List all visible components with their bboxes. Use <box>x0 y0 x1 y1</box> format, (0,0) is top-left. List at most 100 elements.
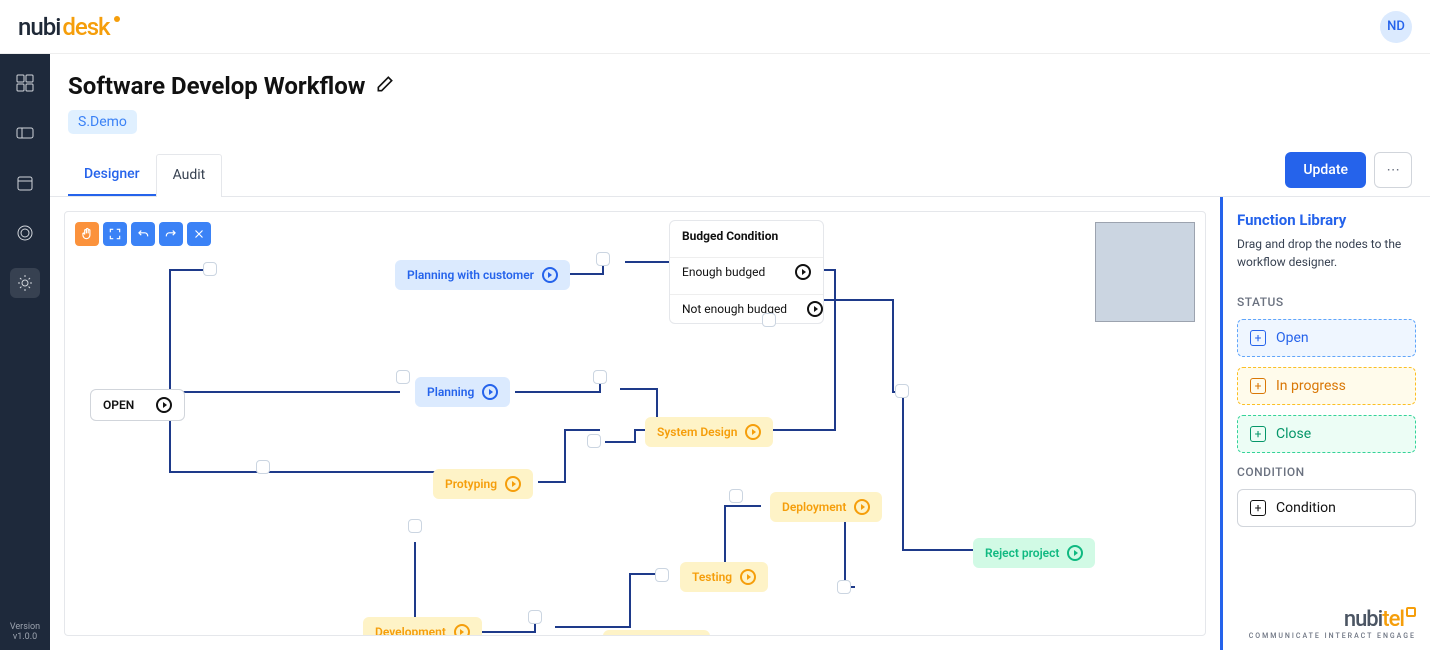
play-icon <box>156 397 172 413</box>
node-label: Deployment <box>782 500 846 514</box>
node-protyping[interactable]: Protyping <box>433 469 533 499</box>
node-label: Planning with customer <box>407 268 534 282</box>
node-planning-customer[interactable]: Planning with customer <box>395 260 570 290</box>
library-item-condition[interactable]: + Condition <box>1237 489 1416 527</box>
node-handle[interactable] <box>729 489 743 503</box>
minimap[interactable] <box>1095 222 1195 322</box>
plus-icon: + <box>1250 500 1266 516</box>
edit-title-button[interactable] <box>375 74 395 98</box>
tabs: Designer Audit <box>68 154 222 196</box>
redo-icon <box>164 227 178 241</box>
function-library-panel: Function Library Drag and drop the nodes… <box>1220 197 1430 650</box>
play-icon <box>795 264 811 280</box>
canvas-toolbar <box>75 222 211 246</box>
node-budged-condition[interactable]: Budged Condition Enough budged Not enoug… <box>669 220 824 324</box>
nav-circle[interactable] <box>10 218 40 248</box>
tool-fullscreen[interactable] <box>103 222 127 246</box>
play-icon <box>740 569 756 585</box>
ticket-icon <box>15 123 35 143</box>
node-handle[interactable] <box>655 568 669 582</box>
tool-redo[interactable] <box>159 222 183 246</box>
library-item-in-progress[interactable]: + In progress <box>1237 367 1416 405</box>
x-icon <box>192 227 206 241</box>
page-title: Software Develop Workflow <box>68 72 365 100</box>
left-sidebar: Version v1.0.0 <box>0 54 50 650</box>
brand-logo: nubidesk <box>18 13 120 41</box>
tool-undo[interactable] <box>131 222 155 246</box>
node-handle[interactable] <box>587 434 601 448</box>
node-label: Development <box>375 625 446 636</box>
node-development[interactable]: Development <box>363 617 482 636</box>
ellipsis-icon: ⋯ <box>1386 163 1399 178</box>
page-header: Software Develop Workflow S.Demo <box>50 54 1430 134</box>
designer-canvas[interactable]: OPEN Planning with customer Budged Condi… <box>64 211 1206 636</box>
node-handle[interactable] <box>895 384 909 398</box>
node-planning[interactable]: Planning <box>415 377 510 407</box>
more-button[interactable]: ⋯ <box>1374 152 1412 188</box>
node-handle[interactable] <box>408 519 422 533</box>
nav-dashboard[interactable] <box>10 68 40 98</box>
play-icon <box>854 499 870 515</box>
workflow-badge[interactable]: S.Demo <box>68 110 137 134</box>
node-label: System Design <box>657 425 737 439</box>
node-handle[interactable] <box>762 313 776 327</box>
play-icon <box>1067 545 1083 561</box>
node-integration[interactable]: Integration <box>603 630 710 636</box>
plus-icon: + <box>1250 330 1266 346</box>
library-item-close[interactable]: + Close <box>1237 415 1416 453</box>
play-icon <box>454 624 470 636</box>
node-system-design[interactable]: System Design <box>645 417 773 447</box>
tab-audit[interactable]: Audit <box>156 154 223 197</box>
tool-hand[interactable] <box>75 222 99 246</box>
workspace: OPEN Planning with customer Budged Condi… <box>50 197 1430 650</box>
user-avatar[interactable]: ND <box>1380 11 1412 43</box>
condition-section-label: CONDITION <box>1237 465 1416 479</box>
update-button[interactable]: Update <box>1285 152 1366 188</box>
play-icon <box>542 267 558 283</box>
node-deployment[interactable]: Deployment <box>770 492 882 522</box>
undo-icon <box>136 227 150 241</box>
node-reject-project[interactable]: Reject project <box>973 538 1095 568</box>
hand-icon <box>80 227 94 241</box>
pencil-icon <box>375 74 395 94</box>
tab-actions: Update ⋯ <box>1285 152 1412 188</box>
panel-title: Function Library <box>1237 211 1416 229</box>
node-handle[interactable] <box>593 370 607 384</box>
condition-option-not-enough[interactable]: Not enough budged <box>670 294 823 323</box>
node-handle[interactable] <box>203 262 217 276</box>
node-handle[interactable] <box>596 252 610 266</box>
fullscreen-icon <box>108 227 122 241</box>
play-icon <box>482 384 498 400</box>
grid-icon <box>15 73 35 93</box>
node-handle[interactable] <box>528 610 542 624</box>
node-open[interactable]: OPEN <box>90 389 185 421</box>
tab-designer[interactable]: Designer <box>68 154 156 196</box>
node-handle[interactable] <box>256 460 270 474</box>
play-icon <box>745 424 761 440</box>
node-label: Protyping <box>445 477 497 491</box>
node-label: Testing <box>692 570 732 584</box>
plus-icon: + <box>1250 378 1266 394</box>
main-content: Software Develop Workflow S.Demo Designe… <box>50 54 1430 650</box>
node-handle[interactable] <box>396 370 410 384</box>
node-label: Reject project <box>985 546 1059 560</box>
nav-calendar[interactable] <box>10 168 40 198</box>
node-label: OPEN <box>103 398 134 412</box>
tool-delete[interactable] <box>187 222 211 246</box>
plus-icon: + <box>1250 426 1266 442</box>
calendar-icon <box>15 173 35 193</box>
top-bar: nubidesk ND <box>0 0 1430 54</box>
play-icon <box>807 301 823 317</box>
library-item-open[interactable]: + Open <box>1237 319 1416 357</box>
node-label: Planning <box>427 385 474 399</box>
node-testing[interactable]: Testing <box>680 562 768 592</box>
gear-icon <box>15 273 35 293</box>
node-handle[interactable] <box>837 580 851 594</box>
nav-settings[interactable] <box>10 268 40 298</box>
condition-option-enough[interactable]: Enough budged <box>670 257 823 286</box>
tabs-row: Designer Audit Update ⋯ <box>50 152 1430 197</box>
nav-tickets[interactable] <box>10 118 40 148</box>
panel-description: Drag and drop the nodes to the workflow … <box>1237 235 1416 271</box>
circle-icon <box>15 223 35 243</box>
footer-logo: nubitel COMMUNICATE INTERACT ENGAGE <box>1249 607 1416 640</box>
